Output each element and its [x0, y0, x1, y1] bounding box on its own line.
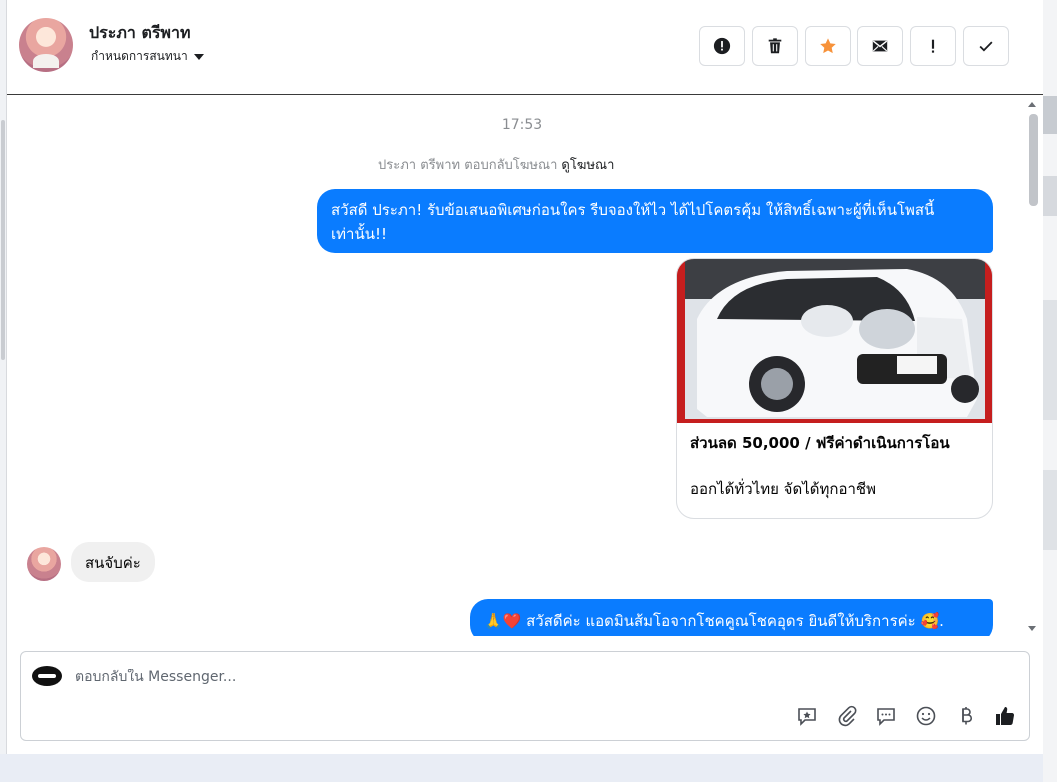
page-logo	[32, 666, 62, 686]
ad-card[interactable]: ส่วนลด 50,000 / ฟรีค่าดำเนินการโอน ออกได…	[676, 258, 993, 519]
emoji-icon	[916, 706, 936, 726]
reply-input[interactable]	[75, 669, 775, 685]
like-button[interactable]	[992, 703, 1018, 729]
assign-conversation-dropdown[interactable]: กำหนดการสนทนา	[91, 47, 204, 66]
edge-fragment	[1043, 96, 1057, 134]
alert-circle-icon	[713, 37, 731, 55]
exclamation-icon	[931, 39, 935, 53]
star-button[interactable]	[805, 26, 851, 66]
scroll-down-arrow-icon[interactable]	[1028, 626, 1036, 631]
check-icon	[979, 41, 993, 52]
car-image	[677, 259, 992, 423]
incoming-message[interactable]: สนจับค่ะ	[71, 542, 155, 582]
conversation-header: ประภา ตรีพาท กำหนดการสนทนา	[7, 0, 1043, 95]
assign-label: กำหนดการสนทนา	[91, 49, 188, 63]
edge-fragment	[1043, 176, 1057, 216]
contact-avatar-small[interactable]	[27, 547, 61, 581]
delete-button[interactable]	[752, 26, 798, 66]
white-car-illustration	[677, 259, 992, 423]
mark-unread-button[interactable]	[857, 26, 903, 66]
contact-name[interactable]: ประภา ตรีพาท	[89, 21, 191, 46]
payment-button[interactable]	[953, 703, 979, 729]
trash-icon	[768, 38, 782, 54]
envelope-icon	[872, 40, 888, 52]
message-timestamp: 17:53	[501, 117, 543, 133]
conversation-panel: ประภา ตรีพาท กำหนดการสนทนา 17:53 ประภา ต…	[7, 0, 1043, 754]
left-scrollbar-thumb[interactable]	[1, 120, 5, 360]
view-ad-link[interactable]: ดูโฆษณา	[561, 158, 614, 173]
saved-reply-button[interactable]	[794, 703, 820, 729]
edge-fragment	[1043, 300, 1057, 420]
star-icon	[820, 38, 836, 54]
outgoing-message[interactable]: 🙏❤️ สวัสดีค่ะ แอดมินส้มโอจากโชคคูณโชคอุด…	[470, 599, 993, 636]
ad-reply-note: ประภา ตรีพาท ตอบกลับโฆษณา ดูโฆษณา	[378, 154, 614, 175]
baht-icon	[962, 707, 972, 725]
message-composer	[20, 651, 1030, 741]
attach-button[interactable]	[834, 703, 860, 729]
mark-done-button[interactable]	[963, 26, 1009, 66]
right-edge-strip	[1043, 0, 1057, 782]
thumbs-up-icon	[996, 707, 1015, 726]
ad-reply-text: ประภา ตรีพาท ตอบกลับโฆษณา	[378, 158, 558, 173]
report-button[interactable]	[699, 26, 745, 66]
scroll-up-arrow-icon[interactable]	[1028, 102, 1036, 107]
caret-down-icon	[193, 53, 204, 60]
outgoing-message[interactable]: สวัสดี ประภา! รับข้อเสนอพิเศษก่อนใคร รีบ…	[317, 189, 993, 253]
follow-up-button[interactable]	[910, 26, 956, 66]
emoji-button[interactable]	[913, 703, 939, 729]
chat-bubble-icon	[877, 708, 895, 726]
card-subtitle: ออกได้ทั่วไทย จัดได้ทุกอาชีพ	[690, 480, 876, 498]
thread-scrollbar[interactable]	[1026, 102, 1040, 634]
left-scroll-strip	[0, 0, 7, 782]
quick-reply-button[interactable]	[873, 703, 899, 729]
message-thread[interactable]: 17:53 ประภา ตรีพาท ตอบกลับโฆษณา ดูโฆษณา ส…	[7, 96, 1043, 636]
card-title: ส่วนลด 50,000 / ฟรีค่าดำเนินการโอน	[690, 434, 950, 452]
contact-avatar[interactable]	[19, 18, 73, 72]
saved-reply-icon	[798, 708, 816, 726]
window-bottom-bar	[0, 754, 1043, 782]
attachment-icon	[838, 705, 857, 727]
edge-fragment	[1043, 470, 1057, 550]
